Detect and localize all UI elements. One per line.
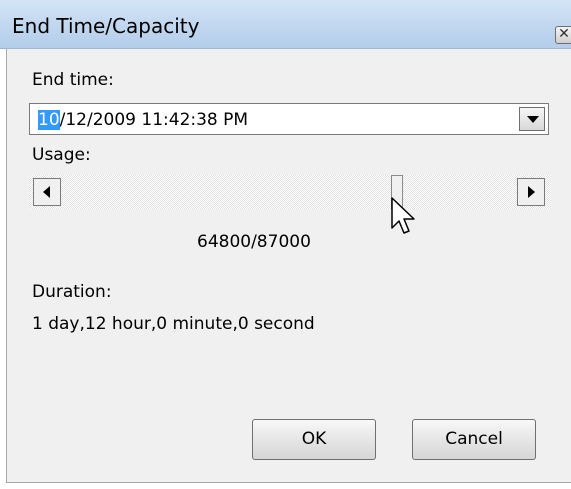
title-bar[interactable]: End Time/Capacity ✕ xyxy=(0,0,571,49)
end-time-datetime-picker[interactable]: 10/12/2009 11:42:38 PM xyxy=(29,103,549,135)
end-time-value-rest: /12/2009 11:42:38 PM xyxy=(59,110,249,130)
dialog-window: End Time/Capacity ✕ End time: 10/12/2009… xyxy=(0,0,571,489)
scroll-left-button[interactable] xyxy=(33,178,61,206)
end-time-dropdown-button[interactable] xyxy=(519,107,545,131)
end-time-label: End time: xyxy=(32,70,114,90)
close-button[interactable]: ✕ xyxy=(555,26,571,44)
cancel-button[interactable]: Cancel xyxy=(412,419,536,460)
end-time-selected-segment[interactable]: 10 xyxy=(38,110,60,130)
ok-button[interactable]: OK xyxy=(252,419,376,460)
scroll-right-button[interactable] xyxy=(517,178,545,206)
usage-scrollbar[interactable] xyxy=(29,175,551,209)
window-title: End Time/Capacity xyxy=(12,14,200,38)
mouse-pointer-icon xyxy=(391,197,415,234)
dialog-body: End time: 10/12/2009 11:42:38 PM Usage: … xyxy=(6,49,571,483)
close-icon: ✕ xyxy=(558,26,570,42)
usage-label: Usage: xyxy=(32,145,91,165)
duration-label: Duration: xyxy=(32,282,112,302)
end-time-value[interactable]: 10/12/2009 11:42:38 PM xyxy=(38,110,248,130)
usage-value: 64800/87000 xyxy=(197,232,311,252)
duration-value: 1 day,12 hour,0 minute,0 second xyxy=(32,314,315,334)
